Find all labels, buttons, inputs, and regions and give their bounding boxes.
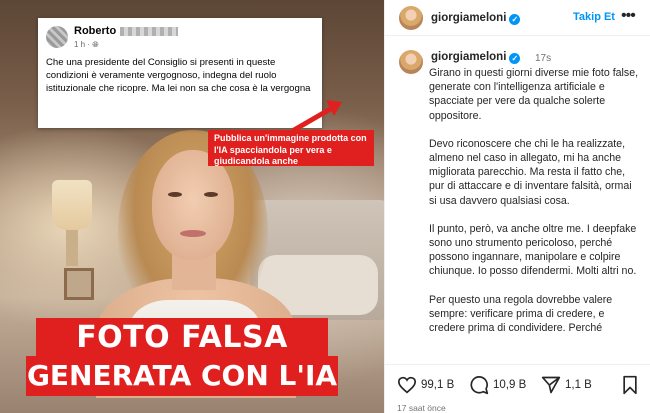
bookmark-icon (623, 375, 637, 395)
caption-avatar[interactable] (399, 50, 423, 74)
share-count: 1,1 B (565, 379, 592, 391)
save-button[interactable] (621, 375, 643, 395)
caption-username[interactable]: giorgiameloni ✓ (431, 51, 521, 64)
header-username[interactable]: giorgiameloni ✓ (431, 12, 521, 25)
lamp-shade (52, 180, 92, 230)
verified-badge-icon: ✓ (509, 53, 521, 64)
caption-paragraph: Il punto, però, va anche oltre me. I dee… (429, 222, 637, 278)
like-button[interactable]: 99,1 B (397, 375, 454, 395)
lips (180, 230, 206, 237)
caption-text: Girano in questi giorni diverse mie foto… (429, 66, 641, 349)
callout-label: Pubblica un'immagine prodotta con l'IA s… (208, 130, 374, 166)
comment-icon (470, 376, 489, 395)
globe-icon: 🌐︎ (92, 40, 99, 49)
banner-line-2: GENERATA CON L'IA (26, 356, 338, 396)
caption-time: 17s (535, 53, 552, 64)
caption-paragraph: Devo riconoscere che chi le ha realizzat… (429, 137, 632, 207)
share-button[interactable]: 1,1 B (541, 375, 592, 395)
comment-button[interactable]: 10,9 B (469, 375, 526, 395)
photo-frame (64, 268, 94, 300)
post-timestamp: 17 saat önce (397, 403, 446, 413)
heart-icon (397, 376, 417, 394)
avatar[interactable] (399, 6, 423, 30)
caption-paragraph: Per questo una regola dovrebbe valere se… (429, 293, 613, 335)
follow-button[interactable]: Takip Et (573, 11, 615, 23)
comment-count: 10,9 B (493, 379, 527, 391)
facebook-post-card: Roberto 1 h · 🌐︎ Che una presidente del … (38, 18, 322, 128)
fb-post-text: Che una presidente del Consiglio si pres… (46, 57, 311, 94)
verified-badge-icon: ✓ (509, 14, 521, 25)
post-details-panel: giorgiameloni ✓ Takip Et ••• giorgiamelon… (384, 0, 650, 413)
banner-line-1: FOTO FALSA (36, 318, 328, 358)
right-eye (204, 192, 218, 197)
more-options-icon[interactable]: ••• (621, 7, 636, 25)
caption-paragraph: Girano in questi giorni diverse mie foto… (429, 67, 639, 122)
share-icon (541, 376, 561, 394)
left-eye (168, 192, 182, 197)
fb-author: Roberto (74, 25, 179, 37)
like-count: 99,1 B (421, 379, 455, 391)
post-header: giorgiameloni ✓ Takip Et ••• (385, 0, 650, 36)
post-image[interactable]: Roberto 1 h · 🌐︎ Che una presidente del … (0, 0, 384, 413)
lamp-base (66, 230, 78, 266)
fb-time: 1 h · 🌐︎ (74, 40, 99, 49)
blurred-surname (120, 26, 179, 36)
action-bar: 99,1 B 10,9 B 1,1 B 17 saat önce (385, 364, 650, 413)
fb-avatar-blurred (46, 26, 68, 48)
